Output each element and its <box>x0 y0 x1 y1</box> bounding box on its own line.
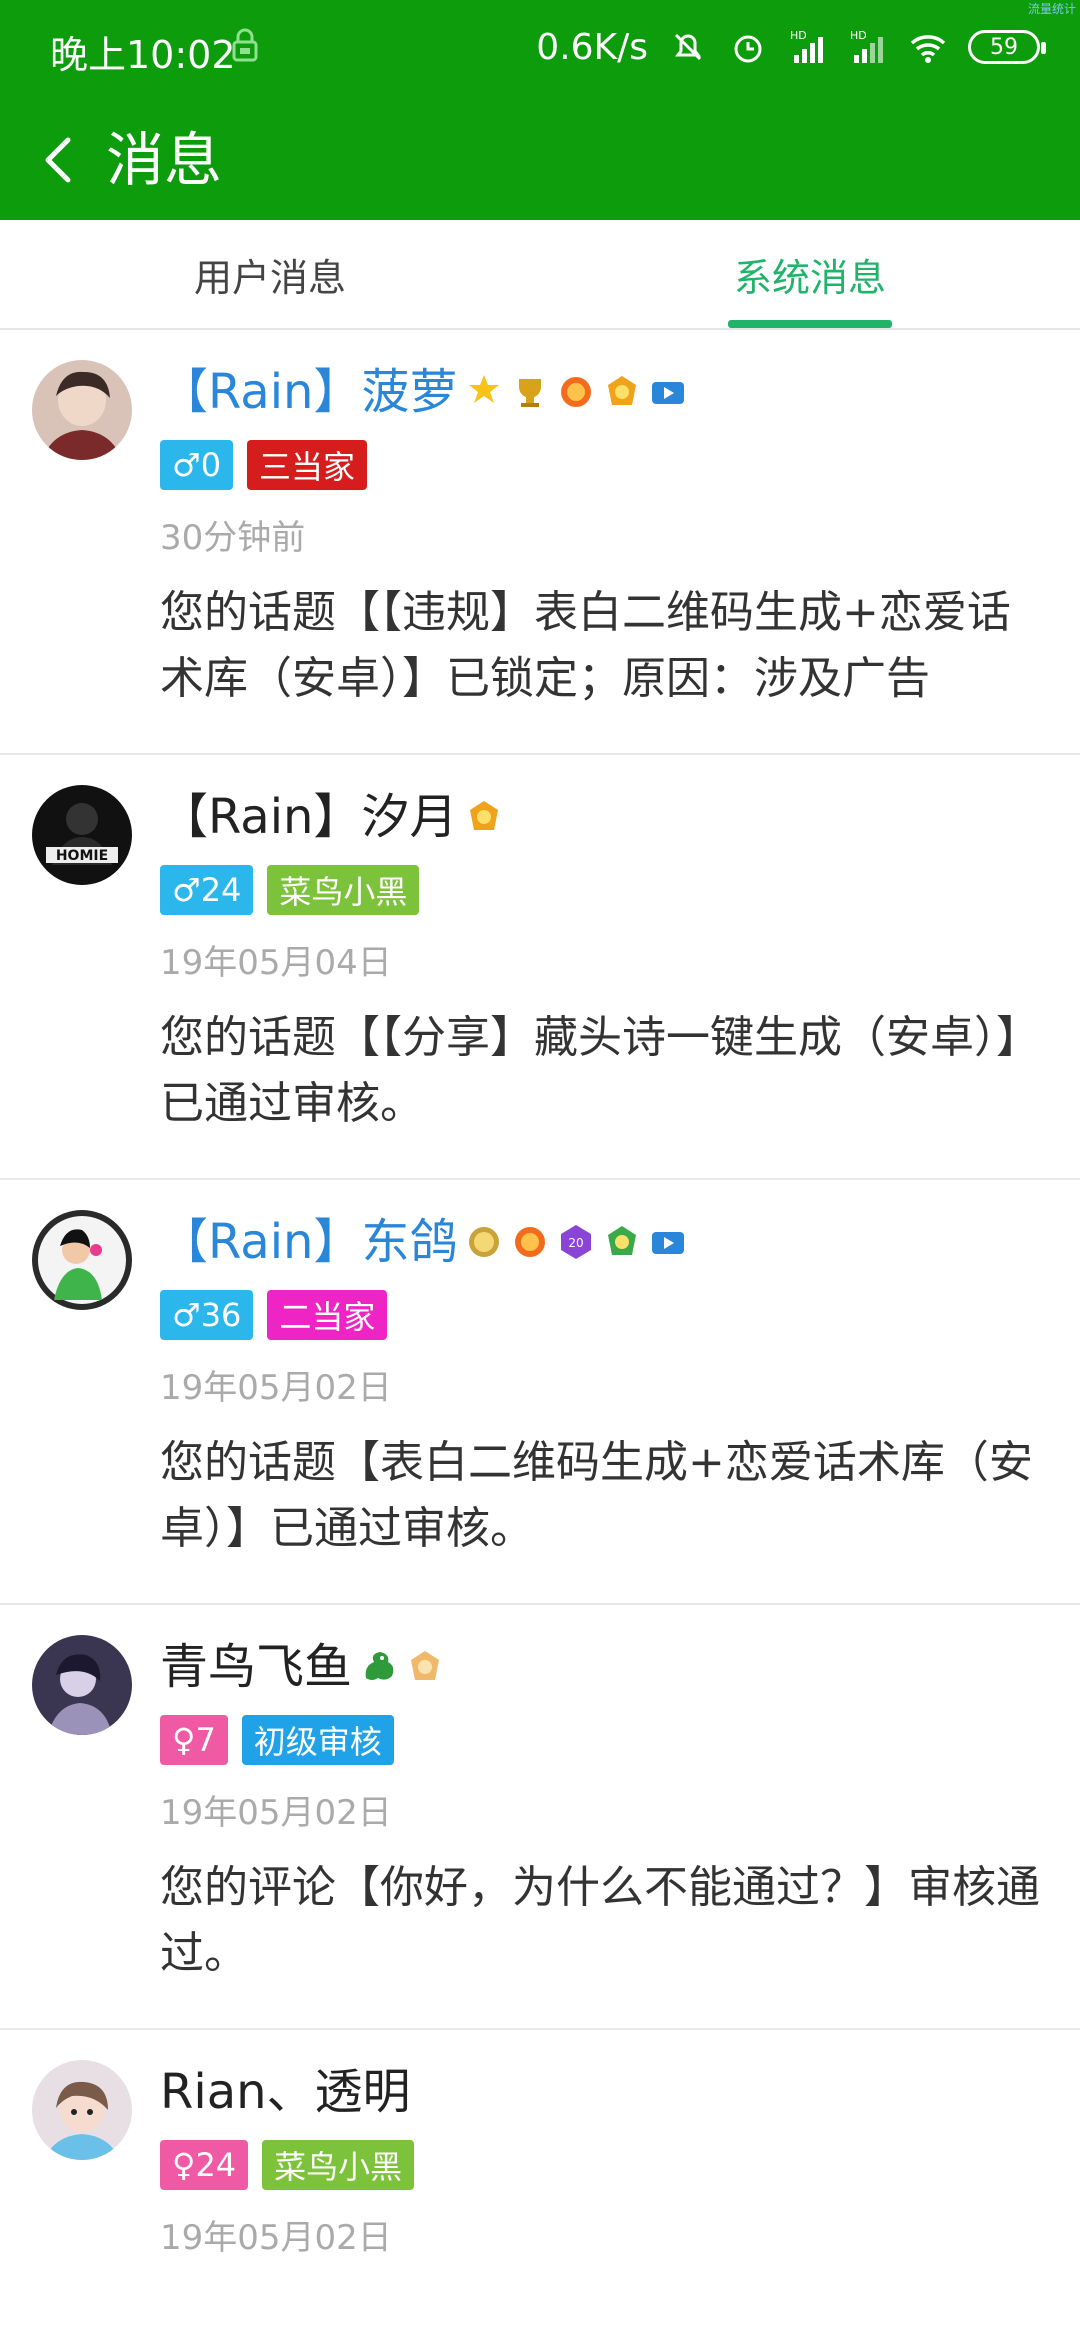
gender-level-tag: ♀ 24 <box>160 2140 249 2190</box>
tab-user-messages[interactable]: 用户消息 <box>0 220 540 328</box>
role-tag: 三当家 <box>247 440 368 490</box>
honor-badge-icon <box>470 801 499 830</box>
message-list: 【Rain】菠萝 ♂ 0 三当家 30分钟前 您的话题【【违规】表白二维码生成+恋… <box>0 330 1080 2340</box>
gender-level-tag: ♂ 0 <box>160 440 234 490</box>
name-row: 【Rain】菠萝 <box>160 362 687 422</box>
gender-level-tag: ♂ 24 <box>160 865 254 915</box>
honor-badge-icon <box>608 1226 637 1255</box>
page-title: 消息 <box>106 126 223 194</box>
status-bar: 晚上10:02 0.6K/s HD HD 59 流量统计 <box>0 0 1080 100</box>
tab-system-messages[interactable]: 系统消息 <box>540 220 1080 328</box>
user-tags: ♂ 36 二当家 <box>160 1290 388 1340</box>
user-tags: ♂ 0 三当家 <box>160 440 368 490</box>
svg-text:HOMIE: HOMIE <box>56 848 108 864</box>
name-row: 【Rain】汐月 <box>160 787 503 847</box>
user-name[interactable]: 【Rain】汐月 <box>160 787 457 847</box>
role-tag: 二当家 <box>267 1290 388 1340</box>
status-time: 晚上10:02 <box>50 33 236 77</box>
message-item[interactable]: 【Rain】菠萝 ♂ 0 三当家 30分钟前 您的话题【【违规】表白二维码生成+恋… <box>0 330 1080 755</box>
svg-text:20: 20 <box>569 1236 584 1250</box>
svg-text:HD: HD <box>850 29 867 42</box>
medal-icon <box>561 377 592 407</box>
message-item[interactable]: 青鸟飞鱼 ♀ 7 初级审核 19年05月02日 您的评论【你好，为什么不能通过？】… <box>0 1605 1080 2030</box>
message-item[interactable]: HOMIE 【Rain】汐月 ♂ 24 菜鸟小黑 19年05月04日 您的话题【【… <box>0 755 1080 1180</box>
user-tags: ♀ 7 初级审核 <box>160 1715 394 1765</box>
app-bar: 消息 <box>0 100 1080 220</box>
avatar[interactable] <box>32 360 132 460</box>
wifi-icon <box>910 35 946 63</box>
honor-badge-icon <box>411 1651 440 1680</box>
role-tag: 菜鸟小黑 <box>267 865 420 915</box>
message-item[interactable]: Rian、透明 ♀ 24 菜鸟小黑 19年05月02日 <box>0 2030 1080 2340</box>
trophy-icon <box>519 379 542 407</box>
name-row: Rian、透明 <box>160 2062 411 2122</box>
avatar[interactable] <box>32 2060 132 2160</box>
medal-icon <box>515 1227 546 1257</box>
message-time: 19年05月02日 <box>160 2218 392 2258</box>
dragon-icon <box>365 1652 394 1680</box>
gender-level-tag: ♀ 7 <box>160 1715 228 1765</box>
message-time: 30分钟前 <box>160 518 306 558</box>
network-speed: 0.6K/s <box>536 26 648 68</box>
name-row: 青鸟飞鱼 <box>160 1637 444 1697</box>
avatar[interactable] <box>32 1635 132 1735</box>
lock-icon <box>232 28 258 62</box>
message-text: 您的话题【【违规】表白二维码生成+恋爱话术库（安卓）】已锁定；原因：涉及广告 <box>160 587 1011 704</box>
name-row: 【Rain】东鸽 20 <box>160 1212 687 1272</box>
message-text: 您的话题【【分享】藏头诗一键生成（安卓）】已通过审核。 <box>160 1012 1040 1129</box>
status-icons: 0.6K/s HD HD 59 <box>536 22 1046 72</box>
level-20-icon: 20 <box>561 1225 592 1259</box>
tab-indicator <box>728 320 892 328</box>
message-item[interactable]: 【Rain】东鸽 20 ♂ 36 二当家 19年05月02日 您的话题【表白二维码… <box>0 1180 1080 1605</box>
message-time: 19年05月02日 <box>160 1793 392 1833</box>
user-name[interactable]: 【Rain】东鸽 <box>160 1212 457 1272</box>
message-time: 19年05月04日 <box>160 943 392 983</box>
role-tag: 菜鸟小黑 <box>262 2140 415 2190</box>
battery-indicator: 59 <box>968 30 1046 64</box>
user-name[interactable]: 青鸟飞鱼 <box>160 1637 352 1697</box>
traffic-stats-label: 流量统计 <box>1027 2 1076 16</box>
level-badge-icon <box>469 375 500 403</box>
signal-icon: HD <box>790 29 823 63</box>
user-name[interactable]: 【Rain】菠萝 <box>160 362 457 422</box>
user-tags: ♂ 24 菜鸟小黑 <box>160 865 420 915</box>
avatar[interactable] <box>32 1210 132 1310</box>
gender-level-tag: ♂ 36 <box>160 1290 254 1340</box>
avatar[interactable]: HOMIE <box>32 785 132 885</box>
signal-icon-2: HD <box>850 29 883 63</box>
bell-off-icon <box>674 33 702 61</box>
alarm-icon <box>734 35 762 63</box>
tab-bar: 用户消息 系统消息 <box>0 220 1080 330</box>
video-icon <box>652 382 685 404</box>
role-tag: 初级审核 <box>241 1715 394 1765</box>
back-arrow-icon[interactable] <box>36 128 84 192</box>
honor-badge-icon <box>608 376 637 405</box>
message-time: 19年05月02日 <box>160 1368 392 1408</box>
video-icon <box>652 1232 685 1254</box>
svg-text:HD: HD <box>790 29 807 42</box>
message-text: 您的话题【表白二维码生成+恋爱话术库（安卓）】已通过审核。 <box>160 1437 1033 1554</box>
user-tags: ♀ 24 菜鸟小黑 <box>160 2140 415 2190</box>
message-text: 您的评论【你好，为什么不能通过？】审核通过。 <box>160 1862 1040 1979</box>
coin-badge-icon <box>469 1227 500 1257</box>
user-name[interactable]: Rian、透明 <box>160 2062 411 2122</box>
